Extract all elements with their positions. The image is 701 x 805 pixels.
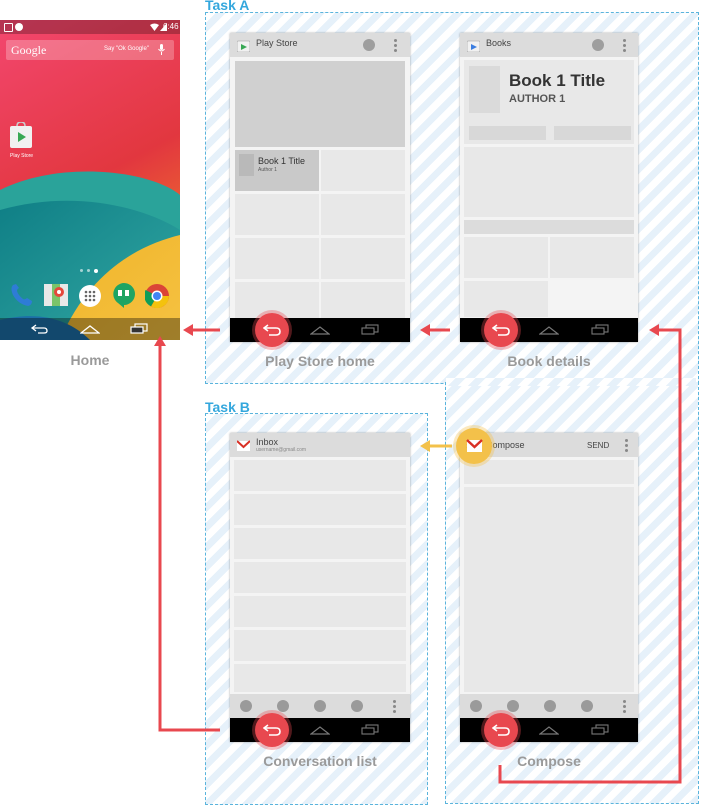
- back-arrow-icon: [492, 324, 510, 336]
- back-arrow-icon: [263, 724, 281, 736]
- back-arrow-icon: [263, 324, 281, 336]
- up-arrow-compose-to-conversation-list-head: [420, 440, 430, 452]
- back-arrow-play-store-to-home-head: [183, 324, 193, 336]
- back-arrow-book-details-to-play-store-head: [420, 324, 430, 336]
- back-arrow-compose-to-book-details: [498, 328, 682, 784]
- back-arrow-conversation-list-to-home-head: [154, 336, 166, 346]
- back-arrow-icon: [492, 724, 510, 736]
- back-arrow-conversation-list-to-home: [158, 345, 220, 732]
- navigation-arrows: [154, 324, 682, 784]
- gmail-up-icon: [466, 439, 483, 452]
- back-arrow-compose-to-book-details-head: [649, 324, 659, 336]
